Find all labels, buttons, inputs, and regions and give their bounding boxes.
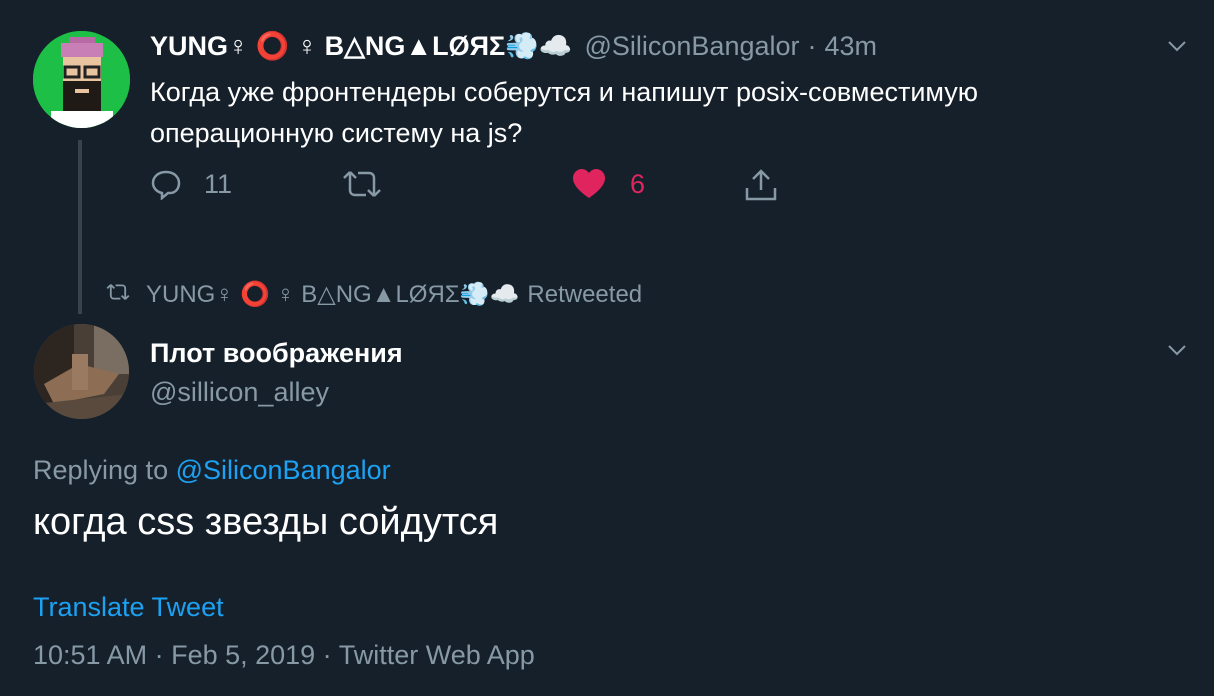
avatar-sillicon-alley[interactable] (34, 324, 129, 419)
retweeted-banner: YUNG♀ ⭕ ♀ B△NG▲LØЯΣ💨☁️ Retweeted (106, 280, 642, 309)
tweet1-separator: · (807, 30, 817, 61)
tweet1-actions: 11 6 (150, 168, 850, 208)
replying-to: Replying to @SiliconBangalor (33, 455, 391, 486)
retweeted-label: Retweeted (527, 280, 643, 308)
tweet1-display-name[interactable]: YUNG♀ ⭕ ♀ B△NG▲LØЯΣ💨☁️ (150, 30, 572, 62)
tweet-thread: YUNG♀ ⭕ ♀ B△NG▲LØЯΣ💨☁️ @SiliconBangalor … (0, 0, 1214, 696)
share-button[interactable] (744, 168, 778, 202)
reply-count: 11 (204, 168, 233, 199)
tweet2-text: когда css звезды сойдутся (33, 501, 499, 543)
share-icon (744, 168, 778, 202)
retweet-icon (106, 281, 130, 309)
like-count: 6 (630, 168, 646, 199)
translate-tweet-link[interactable]: Translate Tweet (33, 592, 224, 623)
chevron-down-icon[interactable] (1167, 36, 1187, 56)
tweet2-meta[interactable]: 10:51 AM · Feb 5, 2019 · Twitter Web App (33, 640, 535, 671)
tweet1-text: Когда уже фронтендеры соберутся и напишу… (150, 77, 979, 148)
like-button[interactable]: 6 (548, 168, 645, 200)
replying-prefix: Replying to (33, 455, 169, 485)
tweet1-handle[interactable]: @SiliconBangalor (584, 31, 799, 62)
reply-button[interactable]: 11 (150, 168, 232, 200)
tweet2-display-name[interactable]: Плот воображения (150, 338, 403, 369)
heart-icon (572, 168, 606, 200)
tweet1-header: YUNG♀ ⭕ ♀ B△NG▲LØЯΣ💨☁️ @SiliconBangalor … (150, 30, 877, 62)
retweet-icon (342, 168, 382, 200)
replying-handle-link[interactable]: @SiliconBangalor (176, 455, 391, 485)
retweeter-name[interactable]: YUNG♀ ⭕ ♀ B△NG▲LØЯΣ💨☁️ (146, 280, 519, 309)
avatar-siliconbangalor[interactable] (33, 31, 130, 128)
thread-connector (78, 140, 82, 314)
reply-icon (150, 168, 182, 200)
retweet-button[interactable] (342, 168, 382, 200)
tweet2-handle[interactable]: @sillicon_alley (150, 377, 329, 408)
chevron-down-icon[interactable] (1167, 340, 1187, 360)
tweet1-time[interactable]: 43m (825, 31, 878, 62)
